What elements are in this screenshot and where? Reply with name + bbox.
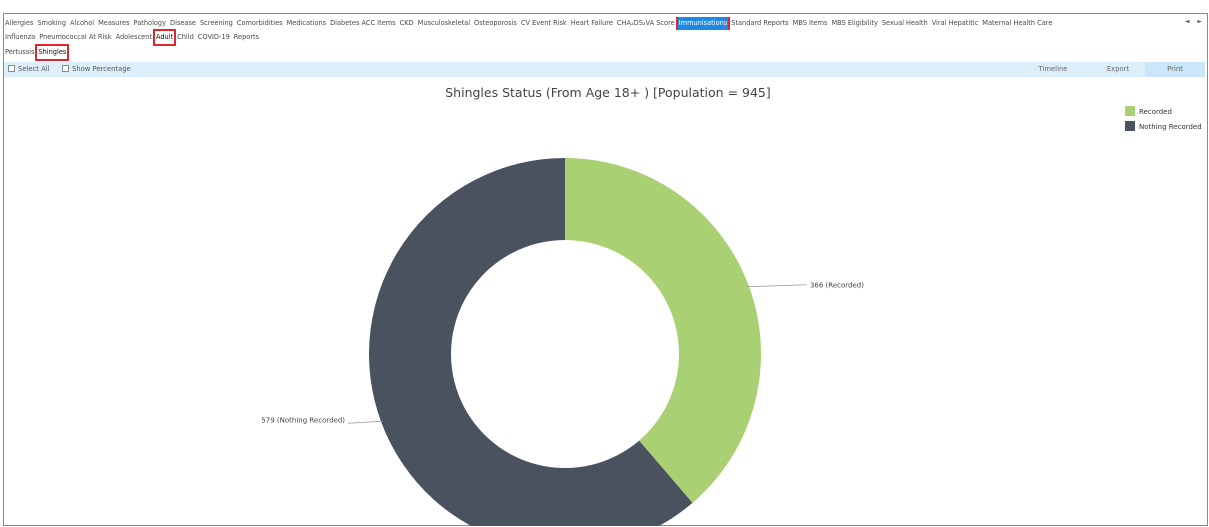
- tab-smoking[interactable]: Smoking: [36, 17, 67, 30]
- tab-heart-failure[interactable]: Heart Failure: [570, 17, 614, 30]
- third-tab-bar: Pertussis Shingles: [4, 44, 70, 61]
- tab-diabetes-acc-items[interactable]: Diabetes ACC Items: [329, 17, 397, 30]
- subtab-child[interactable]: Child: [176, 31, 195, 44]
- legend-label-recorded[interactable]: Recorded: [1139, 108, 1172, 116]
- export-button[interactable]: Export: [1096, 62, 1140, 77]
- tab-alcohol[interactable]: Alcohol: [69, 17, 95, 30]
- donut-chart: Shingles Status (From Age 18+ ) [Populat…: [261, 85, 1202, 526]
- slice-recorded[interactable]: [565, 158, 761, 503]
- tab-scroll-arrows[interactable]: ◄ ►: [1185, 18, 1205, 25]
- sub-tab-bar: Influenza Pneumococcal At Risk Adolescent A…: [4, 29, 262, 46]
- tab-ckd[interactable]: CKD: [399, 17, 415, 30]
- tab-allergies[interactable]: Allergies: [4, 17, 34, 30]
- subtab-adult[interactable]: Adult: [152, 29, 177, 46]
- tab-osteoporosis[interactable]: Osteoporosis: [473, 17, 518, 30]
- subtab-reports[interactable]: Reports: [233, 31, 260, 44]
- subtab-pneumococcal-at-risk[interactable]: Pneumococcal At Risk: [38, 31, 112, 44]
- tab-standard-reports[interactable]: Standard Reports: [730, 17, 789, 30]
- tab-mbs-eligibility[interactable]: MBS Eligibility: [830, 17, 878, 30]
- legend-swatch-recorded[interactable]: [1125, 106, 1135, 116]
- tab-comorbidities[interactable]: Comorbidities: [236, 17, 284, 30]
- tab-immunisations[interactable]: Immunisations: [675, 17, 731, 30]
- show-percentage-label[interactable]: Show Percentage: [72, 63, 131, 76]
- timeline-button[interactable]: Timeline: [1031, 62, 1075, 77]
- tab-maternal-health-care[interactable]: Maternal Health Care: [981, 17, 1053, 30]
- tab-cv-event-risk[interactable]: CV Event Risk: [520, 17, 568, 30]
- leader-line-nothing-recorded: [348, 420, 384, 424]
- print-button[interactable]: Print: [1145, 62, 1205, 77]
- chart-toolbar: Select All Show Percentage Timeline Expo…: [4, 62, 1205, 77]
- main-tab-bar: Allergies Smoking Alcohol Measures Pathology…: [4, 17, 1194, 30]
- tab-mbs-items[interactable]: MBS Items: [792, 17, 829, 30]
- tab-viral-hepatitic[interactable]: Viral Hepatitic: [931, 17, 980, 30]
- select-all-label[interactable]: Select All: [18, 63, 50, 76]
- legend-swatch-nothing-recorded[interactable]: [1125, 121, 1135, 131]
- tab-musculoskeletal[interactable]: Musculoskeletal: [417, 17, 471, 30]
- leader-line-recorded: [746, 284, 807, 288]
- subtab-adolescent[interactable]: Adolescent: [115, 31, 153, 44]
- data-label-recorded: 366 (Recorded): [810, 282, 864, 290]
- tab-disease[interactable]: Disease: [169, 17, 197, 30]
- tab-sexual-health[interactable]: Sexual Health: [881, 17, 929, 30]
- chart-title: Shingles Status (From Age 18+ ) [Populat…: [445, 85, 771, 100]
- tab-medications[interactable]: Medications: [286, 17, 328, 30]
- tab-screening[interactable]: Screening: [199, 17, 234, 30]
- tab-measures[interactable]: Measures: [97, 17, 130, 30]
- tab-cha-ds-va-score[interactable]: CHA₂DS₂VA Score: [616, 17, 676, 30]
- select-all-checkbox[interactable]: [8, 65, 15, 72]
- subtab-covid-19[interactable]: COVID-19: [197, 31, 231, 44]
- subtab-shingles[interactable]: Shingles: [35, 44, 70, 61]
- subtab-pertussis[interactable]: Pertussis: [4, 46, 35, 59]
- show-percentage-checkbox[interactable]: [62, 65, 69, 72]
- tab-pathology[interactable]: Pathology: [133, 17, 167, 30]
- data-label-nothing-recorded: 579 (Nothing Recorded): [261, 416, 345, 424]
- subtab-influenza[interactable]: Influenza: [4, 31, 36, 44]
- legend-label-nothing-recorded[interactable]: Nothing Recorded: [1139, 123, 1202, 131]
